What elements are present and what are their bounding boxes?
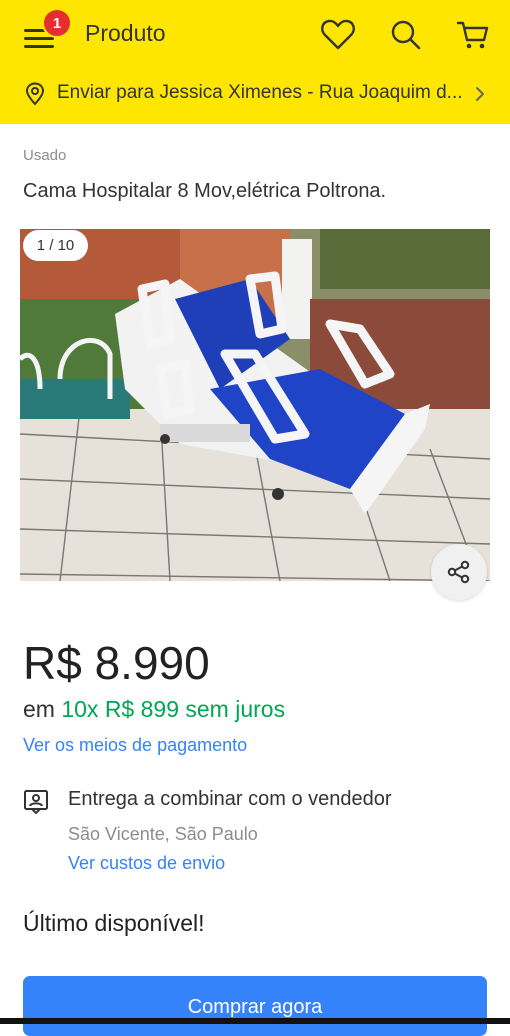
image-counter: 1 / 10 (23, 230, 88, 261)
search-button[interactable] (386, 15, 426, 55)
page-title: Produto (85, 20, 166, 46)
share-icon (447, 560, 470, 584)
delivery-address-bar[interactable]: Enviar para Jessica Ximenes - Rua Joaqui… (0, 70, 510, 118)
shipping-location: São Vicente, São Paulo (68, 824, 258, 844)
installment-prefix: em (23, 696, 55, 722)
share-button[interactable] (431, 544, 487, 600)
product-title: Cama Hospitalar 8 Mov,elétrica Poltrona. (23, 180, 387, 202)
product-photo (20, 229, 490, 581)
notification-badge: 1 (42, 8, 72, 38)
menu-icon-line (24, 45, 54, 48)
top-header: 1 Produto Enviar para Jessica Ximenes - … (0, 0, 510, 124)
menu-icon-line (24, 37, 54, 40)
location-pin-icon (25, 82, 45, 106)
product-price: R$ 8.990 (23, 637, 210, 689)
delivery-contact-icon (24, 790, 48, 815)
search-icon (391, 20, 421, 50)
heart-icon (321, 19, 355, 50)
screen-bottom-edge (0, 1018, 510, 1024)
shipping-title: Entrega a combinar com o vendedor (68, 788, 392, 810)
shipping-costs-link[interactable]: Ver custos de envio (68, 853, 225, 874)
cart-button[interactable] (453, 15, 493, 55)
favorite-button[interactable] (318, 15, 358, 55)
payment-methods-link[interactable]: Ver os meios de pagamento (23, 735, 247, 756)
product-condition: Usado (23, 147, 67, 164)
cart-icon (456, 21, 489, 49)
stock-status: Último disponível! (23, 910, 205, 936)
installment-info: em 10x R$ 899 sem juros (23, 696, 285, 723)
chevron-right-icon (476, 87, 484, 101)
delivery-address-text: Enviar para Jessica Ximenes - Rua Joaqui… (57, 82, 463, 103)
installment-highlight: 10x R$ 899 sem juros (61, 696, 286, 722)
buy-now-button[interactable]: Comprar agora (23, 976, 487, 1036)
product-image-gallery[interactable] (20, 229, 490, 581)
